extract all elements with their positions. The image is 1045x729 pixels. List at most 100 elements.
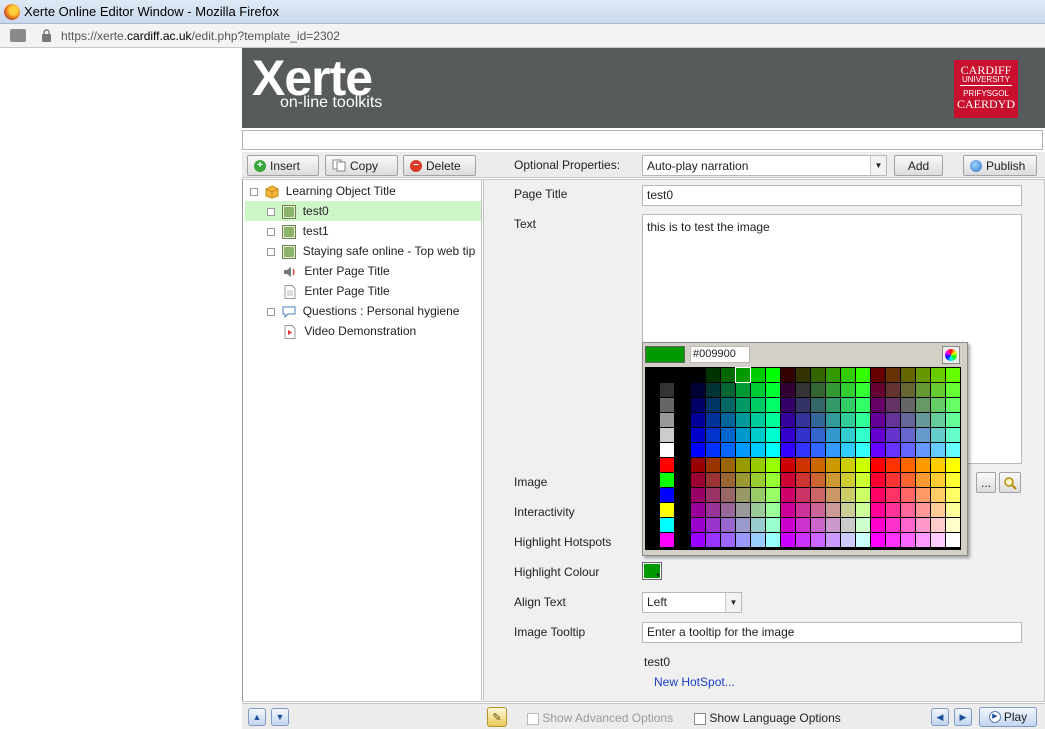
- color-swatch[interactable]: [721, 473, 735, 487]
- color-swatch[interactable]: [736, 503, 750, 517]
- color-swatch[interactable]: [691, 383, 705, 397]
- tree-item-root[interactable]: Learning Object Title: [250, 181, 480, 201]
- color-swatch[interactable]: [721, 458, 735, 472]
- color-swatch[interactable]: [871, 443, 885, 457]
- color-swatch[interactable]: [706, 383, 720, 397]
- color-swatch[interactable]: [916, 518, 930, 532]
- color-swatch[interactable]: [660, 458, 674, 472]
- expand-toggle[interactable]: [267, 227, 275, 236]
- move-up-button[interactable]: ▲: [248, 708, 266, 726]
- color-swatch[interactable]: [886, 488, 900, 502]
- color-swatch[interactable]: [796, 518, 810, 532]
- insert-button[interactable]: + Insert: [247, 155, 319, 176]
- color-swatch[interactable]: [751, 533, 765, 547]
- color-swatch[interactable]: [660, 533, 674, 547]
- color-swatch[interactable]: [766, 428, 780, 442]
- color-swatch[interactable]: [766, 503, 780, 517]
- color-swatch[interactable]: [691, 368, 705, 382]
- preview-image-button[interactable]: [999, 472, 1021, 493]
- new-hotspot-link[interactable]: New HotSpot...: [654, 675, 735, 689]
- color-swatch[interactable]: [691, 443, 705, 457]
- color-swatch[interactable]: [916, 533, 930, 547]
- color-swatch[interactable]: [706, 488, 720, 502]
- expand-toggle[interactable]: [267, 307, 275, 316]
- color-swatch[interactable]: [826, 533, 840, 547]
- color-swatch[interactable]: [871, 413, 885, 427]
- color-swatch[interactable]: [766, 488, 780, 502]
- color-swatch[interactable]: [916, 368, 930, 382]
- color-swatch[interactable]: [856, 368, 870, 382]
- color-swatch[interactable]: [721, 443, 735, 457]
- color-swatch[interactable]: [811, 398, 825, 412]
- color-swatch[interactable]: [871, 398, 885, 412]
- color-swatch[interactable]: [916, 503, 930, 517]
- color-swatch[interactable]: [721, 413, 735, 427]
- color-swatch[interactable]: [916, 428, 930, 442]
- color-swatch[interactable]: [751, 368, 765, 382]
- color-swatch[interactable]: [826, 488, 840, 502]
- color-swatch[interactable]: [811, 488, 825, 502]
- color-swatch[interactable]: [721, 488, 735, 502]
- color-swatch[interactable]: [901, 503, 915, 517]
- color-swatch[interactable]: [826, 398, 840, 412]
- color-swatch[interactable]: [781, 428, 795, 442]
- color-swatch[interactable]: [856, 473, 870, 487]
- color-swatch[interactable]: [916, 458, 930, 472]
- tree-item-text-page[interactable]: Enter Page Title: [283, 281, 480, 301]
- color-swatch[interactable]: [841, 518, 855, 532]
- color-swatch[interactable]: [691, 533, 705, 547]
- color-swatch[interactable]: [826, 413, 840, 427]
- color-swatch[interactable]: [706, 428, 720, 442]
- copy-button[interactable]: Copy: [325, 155, 398, 176]
- color-swatch[interactable]: [946, 488, 960, 502]
- color-swatch[interactable]: [886, 503, 900, 517]
- color-swatch[interactable]: [660, 413, 674, 427]
- color-swatch[interactable]: [886, 533, 900, 547]
- color-swatch[interactable]: [751, 398, 765, 412]
- color-swatch[interactable]: [871, 488, 885, 502]
- color-swatch[interactable]: [706, 368, 720, 382]
- color-swatch[interactable]: [931, 473, 945, 487]
- color-swatch[interactable]: [721, 503, 735, 517]
- color-swatch[interactable]: [856, 458, 870, 472]
- color-swatch[interactable]: [766, 518, 780, 532]
- color-swatch[interactable]: [766, 443, 780, 457]
- color-swatch[interactable]: [781, 398, 795, 412]
- show-advanced-options[interactable]: Show Advanced Options: [527, 711, 673, 725]
- play-button[interactable]: ▶ Play: [979, 707, 1037, 727]
- show-language-checkbox[interactable]: [694, 712, 706, 725]
- color-swatch[interactable]: [736, 413, 750, 427]
- color-swatch[interactable]: [946, 383, 960, 397]
- url-text[interactable]: https://xerte.cardiff.ac.uk/edit.php?tem…: [61, 29, 340, 43]
- color-swatch[interactable]: [796, 458, 810, 472]
- color-swatch[interactable]: [931, 518, 945, 532]
- color-swatch[interactable]: [766, 533, 780, 547]
- color-swatch[interactable]: [886, 413, 900, 427]
- color-swatch[interactable]: [931, 398, 945, 412]
- color-swatch[interactable]: [796, 503, 810, 517]
- previous-page-button[interactable]: ◀: [931, 708, 949, 726]
- color-swatch[interactable]: [691, 428, 705, 442]
- add-property-button[interactable]: Add: [894, 155, 943, 176]
- color-swatch[interactable]: [856, 428, 870, 442]
- color-swatch[interactable]: [796, 383, 810, 397]
- color-swatch[interactable]: [735, 367, 751, 383]
- color-swatch[interactable]: [751, 383, 765, 397]
- color-swatch[interactable]: [841, 383, 855, 397]
- color-swatch[interactable]: [781, 458, 795, 472]
- color-swatch[interactable]: [901, 458, 915, 472]
- color-swatch[interactable]: [856, 518, 870, 532]
- color-swatch[interactable]: [826, 473, 840, 487]
- color-swatch[interactable]: [841, 458, 855, 472]
- color-swatch[interactable]: [841, 503, 855, 517]
- color-swatch[interactable]: [736, 443, 750, 457]
- color-swatch[interactable]: [901, 488, 915, 502]
- color-swatch[interactable]: [706, 458, 720, 472]
- color-swatch[interactable]: [856, 503, 870, 517]
- color-swatch[interactable]: [931, 368, 945, 382]
- color-swatch[interactable]: [856, 533, 870, 547]
- color-swatch[interactable]: [916, 413, 930, 427]
- color-swatch[interactable]: [901, 428, 915, 442]
- color-swatch[interactable]: [856, 488, 870, 502]
- color-swatch[interactable]: [856, 413, 870, 427]
